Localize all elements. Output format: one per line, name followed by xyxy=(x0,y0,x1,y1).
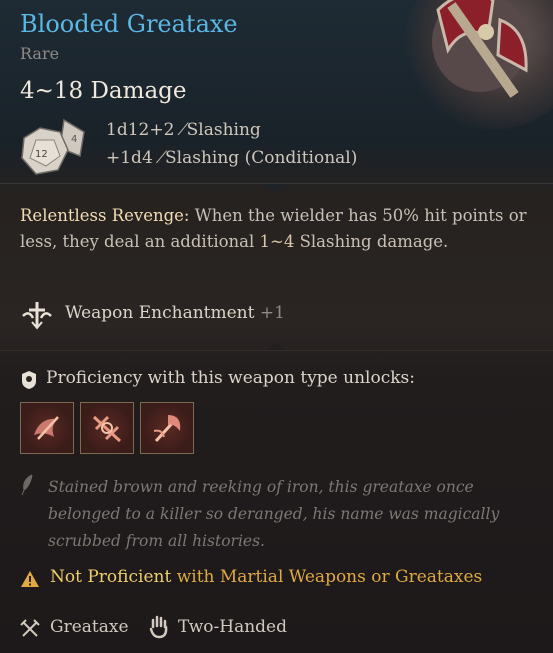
handedness: Two-Handed xyxy=(178,617,287,637)
weapon-type-icon xyxy=(20,619,40,643)
warning-lead: Not Proficient xyxy=(50,567,172,587)
damage-type: Slashing (Conditional) xyxy=(165,148,358,168)
item-rarity: Rare xyxy=(20,44,60,63)
slashing-icon: ⁄ xyxy=(181,120,185,140)
enchantment-label: Weapon Enchantment xyxy=(65,303,255,323)
svg-text:12: 12 xyxy=(35,149,48,160)
divider-notch xyxy=(266,343,286,350)
weapon-actions xyxy=(20,402,194,454)
passive-text-end: Slashing damage. xyxy=(294,232,449,251)
warning-icon xyxy=(20,570,40,592)
damage-line: 1d12+2 ⁄ Slashing xyxy=(106,120,261,140)
damage-type: Slashing xyxy=(186,120,261,140)
action-icon-2[interactable] xyxy=(80,402,134,454)
damage-total: 4~18 Damage xyxy=(20,78,187,104)
passive-dice: 1~4 xyxy=(259,232,295,251)
flavor-text: Stained brown and reeking of iron, this … xyxy=(48,478,500,550)
weapon-enchantment-icon xyxy=(20,300,54,334)
passive-name: Relentless Revenge: xyxy=(20,206,190,225)
proficiency-label: Proficiency with this weapon type unlock… xyxy=(46,368,415,388)
dice-icon: 4 12 xyxy=(18,118,94,184)
action-icon-3[interactable] xyxy=(140,402,194,454)
damage-line: +1d4 ⁄ Slashing (Conditional) xyxy=(106,148,357,168)
lacerate-icon xyxy=(92,415,122,443)
slashing-icon: ⁄ xyxy=(160,148,164,168)
damage-dice: 1d12+2 xyxy=(106,120,175,140)
weapon-type: Greataxe xyxy=(50,617,129,637)
quill-icon xyxy=(20,474,36,500)
enchantment-bonus: +1 xyxy=(259,303,285,323)
damage-dice: +1d4 xyxy=(106,148,153,168)
axe-strike-icon xyxy=(153,415,181,443)
action-icon-1[interactable] xyxy=(20,402,74,454)
proficiency-warning: Not Proficient with Martial Weapons or G… xyxy=(50,567,482,587)
item-name: Blooded Greataxe xyxy=(20,10,238,38)
divider-notch xyxy=(266,184,286,192)
cleave-icon xyxy=(34,416,59,440)
proficiency-icon xyxy=(20,370,38,394)
svg-text:4: 4 xyxy=(71,134,77,145)
divider xyxy=(0,350,553,351)
warning-text: with Martial Weapons or Greataxes xyxy=(171,567,483,587)
item-artwork xyxy=(403,0,553,130)
passive-description: Relentless Revenge: When the wielder has… xyxy=(20,203,530,255)
weapon-enchantment: Weapon Enchantment +1 xyxy=(65,303,285,323)
item-tooltip: Blooded Greataxe Rare 4~18 Damage 4 12 1… xyxy=(0,0,553,653)
hand-icon xyxy=(148,615,170,643)
greataxe-icon xyxy=(432,0,528,98)
